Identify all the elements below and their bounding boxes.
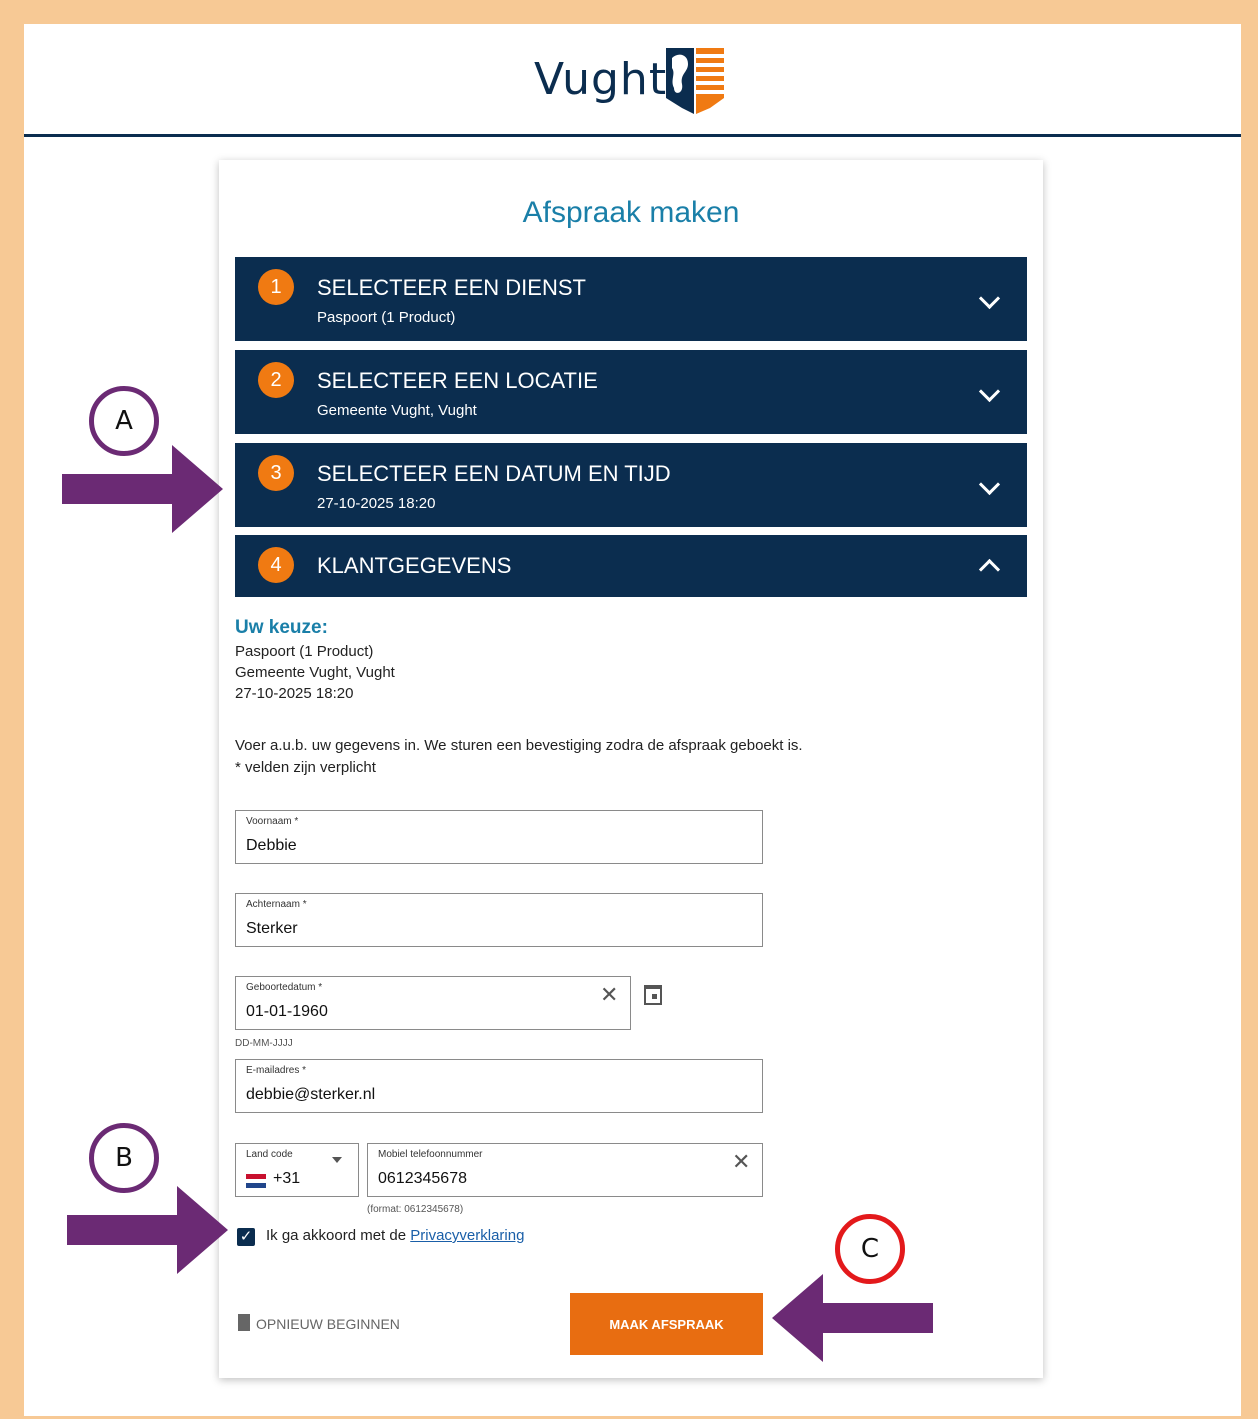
agree-text: Ik ga akkoord met de [266, 1227, 411, 1244]
annotation-marker-c: C [835, 1214, 905, 1284]
field-value: Debbie [246, 837, 297, 854]
field-label: Geboortedatum * [246, 982, 323, 993]
annotation-marker-a: A [89, 386, 159, 456]
field-value: 0612345678 [378, 1170, 467, 1187]
make-appointment-button[interactable]: MAAK AFSPRAAK [570, 1293, 763, 1355]
first-name-field[interactable]: Voornaam * Debbie [235, 810, 763, 864]
instructions-text: Voer a.u.b. uw gegevens in. We sturen ee… [235, 737, 803, 754]
field-value: debbie@sterker.nl [246, 1086, 376, 1103]
logo-text: Vught [534, 54, 668, 105]
step-title: SELECTEER EEN DIENST [317, 275, 586, 300]
step-2-location[interactable]: 2 SELECTEER EEN LOCATIE Gemeente Vught, … [235, 350, 1027, 434]
step-subtitle: 27-10-2025 18:20 [317, 495, 436, 512]
step-subtitle: Gemeente Vught, Vught [317, 402, 477, 419]
annotation-arrow-c-icon [772, 1274, 933, 1362]
step-1-service[interactable]: 1 SELECTEER EEN DIENST Paspoort (1 Produ… [235, 257, 1027, 341]
phone-format-hint: (format: 0612345678) [367, 1204, 464, 1215]
annotation-arrow-a-icon [62, 445, 223, 533]
last-name-field[interactable]: Achternaam * Sterker [235, 893, 763, 947]
privacy-agreement-label: Ik ga akkoord met de Privacyverklaring [266, 1227, 524, 1244]
privacy-checkbox[interactable]: ✓ [237, 1228, 255, 1246]
annotation-marker-b: B [89, 1123, 159, 1193]
summary-line: Gemeente Vught, Vught [235, 664, 395, 681]
restart-button[interactable]: OPNIEUW BEGINNEN [238, 1314, 400, 1332]
step-4-customer-details[interactable]: 4 KLANTGEGEVENS [235, 535, 1027, 597]
country-code-select[interactable]: Land code +31 [235, 1143, 359, 1197]
step-subtitle: Paspoort (1 Product) [317, 309, 456, 326]
step-title: KLANTGEGEVENS [317, 553, 512, 578]
privacy-link[interactable]: Privacyverklaring [410, 1227, 524, 1244]
chevron-up-icon [978, 558, 1001, 581]
step-number-badge: 3 [258, 455, 294, 491]
field-value: +31 [273, 1170, 301, 1187]
site-header: Vught [24, 24, 1241, 137]
step-number-badge: 4 [258, 547, 294, 583]
field-label: E-mailadres * [246, 1065, 307, 1076]
chevron-down-icon [978, 473, 1001, 496]
dropdown-arrow-icon [332, 1157, 342, 1163]
restart-label: OPNIEUW BEGINNEN [256, 1316, 400, 1332]
field-value: Sterker [246, 920, 298, 937]
field-label: Mobiel telefoonnummer [378, 1149, 483, 1160]
email-field[interactable]: E-mailadres * debbie@sterker.nl [235, 1059, 763, 1113]
phone-field[interactable]: Mobiel telefoonnummer 0612345678 ✕ [367, 1143, 763, 1197]
step-3-date-time[interactable]: 3 SELECTEER EEN DATUM EN TIJD 27-10-2025… [235, 443, 1027, 527]
step-number-badge: 1 [258, 269, 294, 305]
summary-line: 27-10-2025 18:20 [235, 685, 354, 702]
field-label: Voornaam * [246, 816, 299, 827]
field-value: 01-01-1960 [246, 1003, 328, 1020]
step-title: SELECTEER EEN LOCATIE [317, 368, 598, 393]
summary-heading: Uw keuze: [235, 617, 328, 638]
birthdate-field[interactable]: Geboortedatum * 01-01-1960 ✕ [235, 976, 631, 1030]
annotation-arrow-b-icon [67, 1186, 228, 1274]
step-number-badge: 2 [258, 362, 294, 398]
summary-line: Paspoort (1 Product) [235, 643, 374, 660]
step-title: SELECTEER EEN DATUM EN TIJD [317, 461, 671, 486]
birthdate-format-hint: DD-MM-JJJJ [235, 1038, 293, 1049]
chevron-down-icon [978, 380, 1001, 403]
chevron-down-icon [978, 287, 1001, 310]
field-label: Achternaam * [246, 899, 307, 910]
clear-icon[interactable]: ✕ [600, 984, 618, 1006]
vught-shield-logo-icon [666, 48, 724, 114]
field-label: Land code [246, 1149, 293, 1160]
netherlands-flag-icon [246, 1174, 266, 1188]
required-note: * velden zijn verplicht [235, 759, 376, 776]
trash-icon [238, 1314, 250, 1331]
calendar-icon[interactable] [644, 985, 662, 1005]
clear-icon[interactable]: ✕ [732, 1151, 750, 1173]
page-title: Afspraak maken [522, 196, 740, 229]
